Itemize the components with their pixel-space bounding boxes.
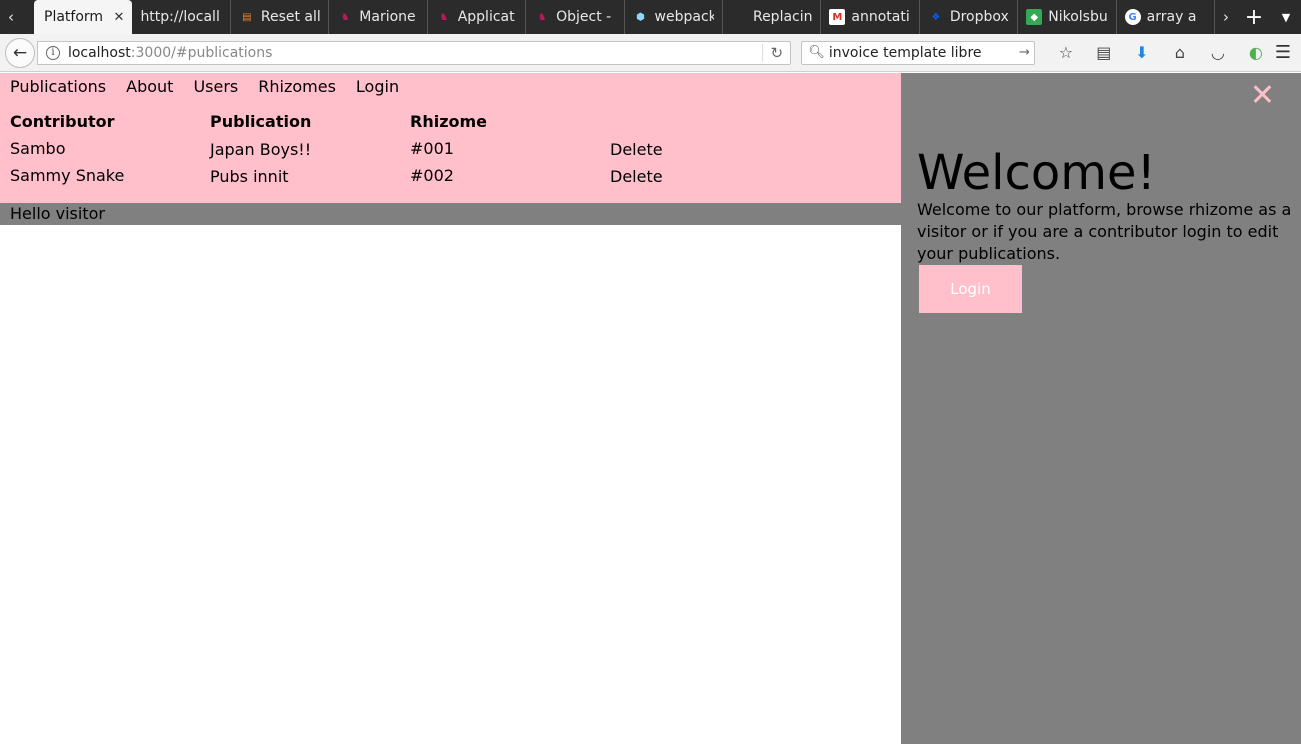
webpack-icon: ⬢ <box>636 11 645 23</box>
bookmark-star-icon[interactable]: ☆ <box>1047 38 1085 68</box>
tab-title: Object - <box>556 9 612 25</box>
cell-rhizome: #001 <box>410 139 454 158</box>
greeting-bar: Hello visitor <box>0 203 901 225</box>
new-tab-icon[interactable]: + <box>1237 0 1271 34</box>
menu-item-publications[interactable]: Publications <box>10 77 106 96</box>
main-region: Publications About Users Rhizomes Login … <box>0 73 901 744</box>
login-button[interactable]: Login <box>919 265 1022 313</box>
tab-title: Applicat <box>457 9 515 25</box>
tab-localhost[interactable]: http://locall <box>132 0 231 34</box>
menu-item-users[interactable]: Users <box>193 77 238 96</box>
close-icon[interactable]: ✕ <box>1250 81 1275 111</box>
tab-strip: ‹ Platform ✕ http://locall ▤ Reset all ♞… <box>0 0 1301 34</box>
cell-publication: Pubs innit <box>210 167 289 186</box>
tab-title: Marione <box>359 9 416 25</box>
tab-webpack[interactable]: ⬢ webpack <box>625 0 723 34</box>
greeting-text: Hello visitor <box>10 204 105 223</box>
tab-application[interactable]: ♞ Applicat <box>428 0 527 34</box>
tab-title: Nikolsbu <box>1048 9 1108 25</box>
menu-item-login[interactable]: Login <box>356 77 399 96</box>
menu-item-rhizomes[interactable]: Rhizomes <box>258 77 336 96</box>
url-path: :3000/#publications <box>130 44 273 61</box>
tab-title: Platform <box>44 9 104 25</box>
publications-panel: Publications About Users Rhizomes Login … <box>0 73 901 203</box>
search-input[interactable]: 🔍︎ invoice template libre → <box>801 40 1035 65</box>
publications-table: Contributor Publication Rhizome Sambo Ja… <box>10 112 810 193</box>
tab-close-icon[interactable]: ✕ <box>114 10 125 25</box>
extension-icon[interactable]: ◐ <box>1237 38 1275 68</box>
cell-contributor: Sammy Snake <box>10 166 125 185</box>
delete-button[interactable]: Delete <box>610 139 810 159</box>
tab-title: Reset all <box>260 9 321 25</box>
tab-title: webpack <box>654 9 714 25</box>
page-viewport: Publications About Users Rhizomes Login … <box>0 73 1301 744</box>
tab-list-dropdown-icon[interactable]: ▼ <box>1271 0 1301 34</box>
welcome-title: Welcome! <box>917 145 1156 201</box>
search-go-arrow-icon[interactable]: → <box>1019 45 1030 60</box>
search-value: invoice template libre <box>828 44 982 61</box>
tab-list: Platform ✕ http://locall ▤ Reset all ♞ M… <box>22 0 1215 34</box>
toolbar-icons: ☆ ▤ ⬇ ⌂ ◡ ◐ <box>1047 38 1275 68</box>
header-contributor: Contributor <box>10 112 115 131</box>
blank-icon <box>731 9 747 25</box>
google-icon: G <box>1124 9 1141 25</box>
cell-publication: Japan Boys!! <box>210 140 312 159</box>
header-publication: Publication <box>210 112 312 131</box>
welcome-side-panel: ✕ Welcome! Welcome to our platform, brow… <box>901 73 1301 744</box>
tab-title: annotati <box>851 9 910 25</box>
search-icon: 🔍︎ <box>808 45 825 60</box>
menu-icon[interactable]: ☰ <box>1275 42 1291 63</box>
marionette-icon: ♞ <box>439 11 449 23</box>
scroll-tabs-left-icon[interactable]: ‹ <box>0 0 22 34</box>
tab-platform[interactable]: Platform ✕ <box>34 0 133 34</box>
home-icon[interactable]: ⌂ <box>1161 38 1199 68</box>
dropbox-icon: ❖ <box>931 11 941 23</box>
tab-marionette[interactable]: ♞ Marione <box>329 0 428 34</box>
info-icon[interactable]: i <box>45 45 60 60</box>
table-header: Contributor Publication Rhizome <box>10 112 810 139</box>
tab-reset-all[interactable]: ▤ Reset all <box>231 0 330 34</box>
tab-replacing[interactable]: Replacin <box>723 0 822 34</box>
scroll-tabs-right-icon[interactable]: › <box>1215 0 1237 34</box>
tab-dropbox[interactable]: ❖ Dropbox <box>920 0 1019 34</box>
tab-title: Dropbox <box>949 9 1009 25</box>
site-menu: Publications About Users Rhizomes Login <box>10 77 419 96</box>
tab-object[interactable]: ♞ Object - <box>526 0 625 34</box>
welcome-text: Welcome to our platform, browse rhizome … <box>917 200 1292 263</box>
cell-contributor: Sambo <box>10 139 66 158</box>
pocket-icon[interactable]: ◡ <box>1199 38 1237 68</box>
header-rhizome: Rhizome <box>410 112 488 131</box>
tab-gmail[interactable]: M annotati <box>821 0 920 34</box>
tab-title: array a <box>1146 9 1197 25</box>
tab-google[interactable]: G array a <box>1117 0 1215 34</box>
gmail-icon: M <box>829 9 846 25</box>
reload-icon[interactable]: ↻ <box>762 43 790 62</box>
back-arrow-icon[interactable]: ← <box>5 37 35 68</box>
table-row: Sambo Japan Boys!! #001 Delete <box>10 139 810 166</box>
tab-title: Replacin <box>752 9 813 25</box>
cell-rhizome: #002 <box>410 166 454 185</box>
delete-button[interactable]: Delete <box>610 166 810 186</box>
marionette-icon: ♞ <box>340 11 350 23</box>
maps-icon: ◆ <box>1026 9 1043 25</box>
marionette-icon: ♞ <box>537 11 547 23</box>
menu-item-about[interactable]: About <box>126 77 173 96</box>
navigation-toolbar: ← i localhost :3000/#publications ↻ 🔍︎ i… <box>0 34 1301 72</box>
reading-list-icon[interactable]: ▤ <box>1085 38 1123 68</box>
download-icon[interactable]: ⬇ <box>1123 38 1161 68</box>
url-host: localhost <box>67 44 131 61</box>
tab-maps[interactable]: ◆ Nikolsbu <box>1018 0 1117 34</box>
tab-title: http://locall <box>140 9 220 25</box>
table-row: Sammy Snake Pubs innit #002 Delete <box>10 166 810 193</box>
url-bar[interactable]: i localhost :3000/#publications ↻ <box>36 40 792 65</box>
stackoverflow-icon: ▤ <box>242 11 252 23</box>
